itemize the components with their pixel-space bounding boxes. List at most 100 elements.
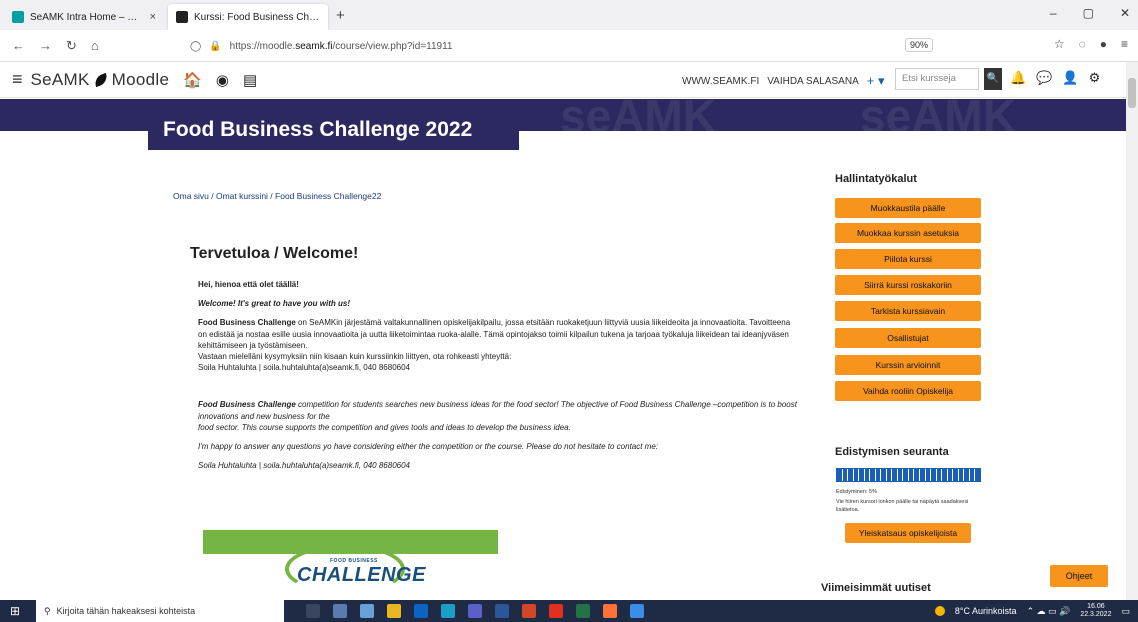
news-block-title: Viimeisimmät uutiset: [821, 582, 931, 594]
taskbar-search-placeholder: Kirjoita tähän hakeaksesi kohteista: [56, 606, 196, 616]
new-tab-button[interactable]: +: [336, 7, 345, 24]
progress-segment[interactable]: [947, 469, 953, 481]
home-icon[interactable]: ⌂: [91, 38, 99, 54]
outlook-icon[interactable]: [414, 604, 428, 618]
progress-segment[interactable]: [859, 469, 864, 481]
progress-segment[interactable]: [975, 469, 980, 481]
clock[interactable]: 16.06 22.3.2022: [1080, 603, 1111, 619]
tab-title: Kurssi: Food Business Challenge ×: [194, 11, 320, 23]
students-overview-button[interactable]: Yleiskatsaus opiskelijoista: [845, 523, 971, 543]
notification-center-icon[interactable]: ▭: [1121, 606, 1130, 617]
progress-segment[interactable]: [848, 469, 853, 481]
minimize-icon[interactable]: –: [1050, 6, 1057, 20]
firefox-icon[interactable]: [603, 604, 617, 618]
hide-course-button[interactable]: Piilota kurssi: [835, 249, 981, 269]
browser-tab-course[interactable]: Kurssi: Food Business Challenge ×: [168, 4, 328, 30]
progress-segment[interactable]: [969, 469, 975, 481]
word-icon[interactable]: [495, 604, 509, 618]
calculator-icon[interactable]: [333, 604, 347, 618]
browser-tab-intra[interactable]: SeAMK Intra Home – Kotisivu ×: [4, 4, 164, 30]
progress-bar[interactable]: [836, 468, 981, 482]
menu-icon[interactable]: ≡: [1121, 37, 1128, 51]
progress-segment[interactable]: [875, 469, 881, 481]
progress-segment[interactable]: [936, 469, 942, 481]
close-tab-icon[interactable]: ×: [150, 11, 156, 23]
course-title: Food Business Challenge 2022: [148, 112, 519, 150]
progress-segment[interactable]: [964, 469, 969, 481]
extension-icon[interactable]: ●: [1100, 37, 1107, 51]
progress-segment[interactable]: [914, 469, 919, 481]
app-icon[interactable]: [360, 604, 374, 618]
task-view-icon[interactable]: [306, 604, 320, 618]
move-to-recycle-button[interactable]: Siirrä kurssi roskakoriin: [835, 275, 981, 295]
progress-segment[interactable]: [903, 469, 908, 481]
progress-segment[interactable]: [870, 469, 875, 481]
pocket-icon[interactable]: ◌: [1079, 37, 1086, 51]
zoom-level[interactable]: 90%: [905, 38, 934, 52]
seamk-favicon-icon: [12, 11, 24, 23]
leaf-icon: [92, 72, 109, 87]
hamburger-menu-icon[interactable]: ≡: [12, 69, 23, 90]
forward-arrow-icon[interactable]: →: [39, 38, 52, 54]
maximize-icon[interactable]: ▢: [1083, 6, 1094, 20]
lock-icon: 🔒: [209, 40, 222, 52]
progress-segment[interactable]: [919, 469, 925, 481]
welcome-content: Hei, hienoa että olet täällä! Welcome! I…: [198, 279, 798, 479]
progress-segment[interactable]: [886, 469, 892, 481]
progress-segment[interactable]: [892, 469, 897, 481]
progress-segment[interactable]: [837, 469, 842, 481]
windows-start-icon[interactable]: ⊞: [10, 604, 30, 618]
progress-segment[interactable]: [931, 469, 936, 481]
home-icon[interactable]: 🏠: [183, 71, 202, 89]
progress-segment[interactable]: [942, 469, 947, 481]
taskbar-search[interactable]: ⚲ Kirjoita tähän hakeaksesi kohteista: [36, 600, 284, 622]
course-search-input[interactable]: Etsi kursseja: [895, 68, 979, 90]
participants-button[interactable]: Osallistujat: [835, 328, 981, 348]
course-settings-button[interactable]: Muokkaa kurssin asetuksia: [835, 223, 981, 243]
progress-segment[interactable]: [842, 469, 848, 481]
dashboard-icon[interactable]: ◉: [216, 71, 229, 89]
tray-icons[interactable]: ⌃ ☁ ▭ 🔊: [1027, 606, 1071, 617]
scrollbar-thumb[interactable]: [1128, 78, 1136, 108]
edge-icon[interactable]: [441, 604, 455, 618]
file-explorer-icon[interactable]: [387, 604, 401, 618]
progress-segment[interactable]: [953, 469, 958, 481]
change-password-link[interactable]: VAIHDA SALASANA: [767, 76, 859, 87]
progress-segment[interactable]: [881, 469, 886, 481]
progress-segment[interactable]: [958, 469, 964, 481]
progress-segment[interactable]: [925, 469, 931, 481]
acrobat-icon[interactable]: [549, 604, 563, 618]
add-menu-icon[interactable]: + ▾: [867, 73, 885, 89]
breadcrumb[interactable]: Oma sivu / Omat kurssini / Food Business…: [173, 191, 381, 201]
url-bar[interactable]: ◯ 🔒 https://moodle.seamk.fi/course/view.…: [190, 34, 910, 58]
edit-mode-button[interactable]: Muokkaustila päälle: [835, 198, 981, 218]
powerpoint-icon[interactable]: [522, 604, 536, 618]
switch-role-button[interactable]: Vaihda rooliin Opiskelija: [835, 381, 981, 401]
window-controls: – ▢ ✕: [1050, 6, 1130, 20]
weather-sun-icon: [934, 606, 945, 616]
grades-button[interactable]: Kurssin arvioinnit: [835, 355, 981, 375]
courses-icon[interactable]: ▤: [243, 71, 257, 89]
notifications-bell-icon[interactable]: 🔔: [1010, 70, 1026, 86]
excel-icon[interactable]: [576, 604, 590, 618]
settings-gear-icon[interactable]: ⚙: [1089, 70, 1101, 86]
check-course-key-button[interactable]: Tarkista kurssiavain: [835, 301, 981, 321]
bookmark-star-icon[interactable]: ☆: [1054, 37, 1065, 51]
photos-icon[interactable]: [630, 604, 644, 618]
close-window-icon[interactable]: ✕: [1120, 6, 1130, 20]
help-button[interactable]: Ohjeet: [1050, 565, 1108, 587]
progress-segment[interactable]: [897, 469, 903, 481]
teams-icon[interactable]: [468, 604, 482, 618]
seamk-link[interactable]: WWW.SEAMK.FI: [682, 76, 759, 87]
page-scrollbar[interactable]: [1126, 62, 1138, 600]
progress-segment[interactable]: [908, 469, 914, 481]
progress-segment[interactable]: [864, 469, 870, 481]
weather-text[interactable]: 8°C Aurinkoista: [955, 606, 1017, 616]
site-logo[interactable]: SeAMK Moodle: [31, 70, 170, 90]
back-arrow-icon[interactable]: ←: [12, 38, 25, 54]
reload-icon[interactable]: ↻: [66, 38, 77, 54]
user-avatar[interactable]: 👤: [1062, 70, 1078, 86]
progress-segment[interactable]: [853, 469, 859, 481]
search-button[interactable]: 🔍: [984, 68, 1002, 90]
messages-icon[interactable]: 💬: [1036, 70, 1052, 86]
